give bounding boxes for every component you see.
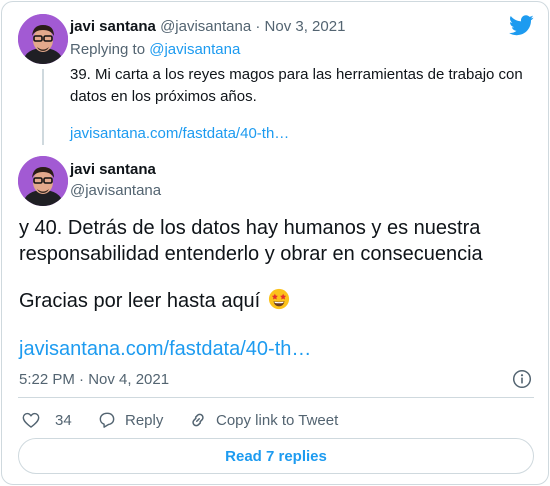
parent-author-name[interactable]: javi santana bbox=[70, 18, 156, 35]
parent-tweet-link[interactable]: javisantana.com/fastdata/40-th… bbox=[70, 125, 289, 142]
tweet-embed-card: javi santana @javisantana · Nov 3, 2021 … bbox=[1, 1, 549, 485]
like-count: 34 bbox=[55, 411, 72, 429]
main-tweet-text: y 40. Detrás de los datos hay humanos y … bbox=[19, 217, 483, 265]
parent-tweet-date[interactable]: Nov 3, 2021 bbox=[265, 18, 346, 35]
main-author-handle[interactable]: @javisantana bbox=[70, 182, 161, 199]
parent-tweet-text: 39. Mi carta a los reyes magos para las … bbox=[70, 66, 523, 105]
copy-link-label: Copy link to Tweet bbox=[216, 411, 339, 429]
read-replies-button[interactable]: Read 7 replies bbox=[18, 438, 534, 474]
avatar-portrait-icon bbox=[18, 156, 68, 206]
parent-author-avatar[interactable] bbox=[18, 14, 68, 64]
info-icon[interactable] bbox=[512, 369, 532, 389]
heart-icon bbox=[22, 412, 40, 428]
main-author-avatar[interactable] bbox=[18, 156, 68, 206]
main-tweet-link[interactable]: javisantana.com/fastdata/40-th… bbox=[19, 338, 311, 361]
header-separator: · bbox=[255, 18, 261, 35]
replying-to-handle[interactable]: @javisantana bbox=[149, 41, 240, 58]
reply-button[interactable]: Reply bbox=[97, 408, 163, 432]
twitter-bird-icon[interactable] bbox=[509, 15, 534, 36]
parent-author-handle[interactable]: @javisantana bbox=[160, 18, 251, 35]
avatar-portrait-icon bbox=[18, 14, 68, 64]
parent-tweet-header: javi santana @javisantana · Nov 3, 2021 bbox=[70, 18, 345, 35]
replying-to-label: Replying to bbox=[70, 41, 150, 58]
main-tweet-timestamp[interactable]: 5:22 PM · Nov 4, 2021 bbox=[19, 371, 169, 388]
link-icon bbox=[192, 413, 204, 427]
speech-bubble-icon bbox=[99, 412, 115, 428]
main-tweet-closing-text: Gracias por leer hasta aquí bbox=[19, 290, 261, 312]
like-button[interactable]: 34 bbox=[21, 408, 72, 432]
copy-link-button[interactable]: Copy link to Tweet bbox=[188, 408, 338, 432]
divider bbox=[18, 397, 534, 398]
main-author-name[interactable]: javi santana bbox=[70, 161, 156, 178]
reply-label: Reply bbox=[125, 411, 164, 429]
replying-to: Replying to @javisantana bbox=[70, 41, 240, 58]
thread-connector-line bbox=[42, 69, 44, 145]
star-struck-emoji-icon bbox=[268, 288, 289, 310]
main-tweet-closing: Gracias por leer hasta aquí bbox=[19, 288, 534, 314]
